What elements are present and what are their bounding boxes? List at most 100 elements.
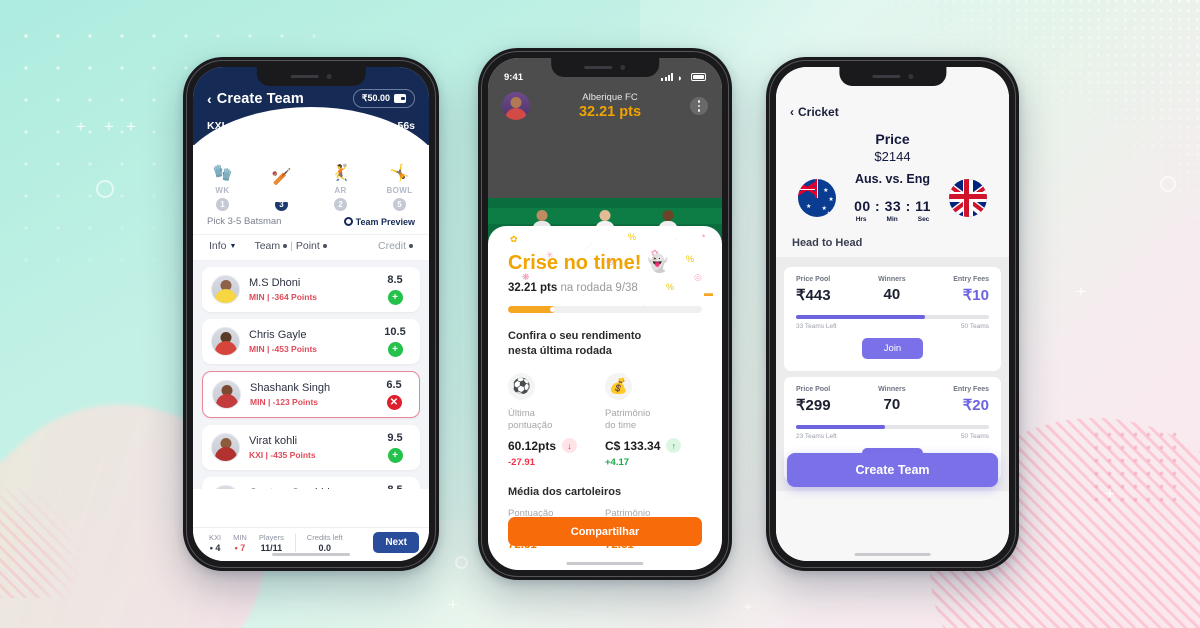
- role-tab-ar[interactable]: 🤾 AR 2: [318, 166, 364, 211]
- tab-point[interactable]: Point: [296, 240, 327, 252]
- progress-fill: [508, 306, 555, 313]
- player-row-selected[interactable]: Shashank Singh MIN | -123 Points 6.5 ✕: [202, 371, 420, 418]
- unit-hours: Hrs: [855, 216, 867, 223]
- timer-seconds: 11: [915, 198, 931, 214]
- sort-dot-icon: [409, 244, 413, 248]
- role-count: 1: [216, 198, 229, 211]
- battery-icon: [691, 73, 706, 81]
- player-row[interactable]: Gautam Gambhir KXI | -1 Points 8.5 +: [202, 477, 420, 489]
- role-tab-bat[interactable]: 🏏 BAT 3: [259, 170, 305, 211]
- share-button[interactable]: Compartilhar: [508, 517, 702, 546]
- teams-total: 50 Teams: [960, 323, 989, 330]
- add-player-button[interactable]: +: [387, 448, 403, 463]
- front-camera-icon: [907, 74, 913, 79]
- team-preview-label: Team Preview: [355, 216, 415, 227]
- player-name: M.S Dhoni: [249, 277, 301, 289]
- player-meta: MIN | -453 Points: [249, 344, 318, 354]
- wallet-badge[interactable]: ₹50.00: [352, 89, 415, 108]
- ghost-icon: 👻: [647, 253, 669, 273]
- home-indicator: [854, 552, 931, 556]
- avatar[interactable]: [502, 92, 530, 120]
- tab-team[interactable]: Team: [254, 240, 288, 252]
- timer-units: Hrs Min Sec: [836, 216, 949, 223]
- role-tab-wk[interactable]: 🧤 WK 1: [200, 166, 246, 211]
- avatar: [211, 433, 240, 462]
- match-label: Aus. vs. Eng: [854, 172, 931, 186]
- metric-label: Patrimônio do time: [605, 407, 651, 432]
- metric-last-score: ⚽ Última pontuação 60.12pts ↓ -27.91: [508, 372, 605, 468]
- metric-value: 60.12pts: [508, 438, 557, 453]
- entry-fee: Entry Fees ₹10: [953, 276, 989, 304]
- role-tab-bowl[interactable]: 🤸 BOWL 5: [377, 166, 423, 211]
- plus-decoration-icon: +: [744, 599, 752, 614]
- tab-info[interactable]: Info ▼: [209, 240, 236, 252]
- prize-pool: Price Pool ₹299: [796, 386, 831, 414]
- section-title-head-to-head: Head to Head: [792, 237, 863, 249]
- price-value: $2144: [874, 149, 911, 164]
- progress-knob: [549, 307, 555, 312]
- uk-flag-icon: [949, 178, 987, 217]
- stat-players: Players 11/11: [253, 533, 290, 553]
- sort-tabs: Info ▼ Team | Point Credit: [193, 234, 429, 261]
- prize-pool: Price Pool ₹443: [796, 276, 831, 304]
- background-pink-dots: [1090, 428, 1180, 508]
- winners: Winners 70: [878, 386, 906, 413]
- pick-hint: Pick 3-5 Batsman: [207, 216, 282, 227]
- arrow-up-icon: ↑: [666, 438, 682, 454]
- home-indicator: [272, 552, 350, 556]
- timer-minutes: 33: [884, 198, 902, 214]
- sheet-headline: Crise no time! 👻: [508, 252, 702, 275]
- timer-hours: 00: [854, 198, 871, 214]
- remove-player-button[interactable]: ✕: [386, 395, 402, 410]
- player-row[interactable]: Virat kohli KXI | -435 Points 9.5 +: [202, 425, 420, 470]
- add-player-button[interactable]: +: [387, 290, 403, 305]
- teams-progress-bar: [796, 425, 989, 429]
- player-credit: 10.5: [384, 326, 406, 338]
- tab-credit[interactable]: Credit: [378, 240, 413, 252]
- screen-create-team: ‹ Create Team ₹50.00 KXI vs MIN 01h 29m …: [193, 67, 429, 561]
- front-camera-icon: [326, 74, 332, 79]
- cricket-page: ‹ Cricket Price $2144 ★ ★ ★ ★ ★ Aus. vs.…: [776, 67, 1009, 561]
- player-row[interactable]: Chris Gayle MIN | -453 Points 10.5 +: [202, 319, 420, 364]
- stat-label: MIN: [233, 532, 247, 542]
- stat-value: 11/11: [260, 542, 283, 553]
- metric-team-value: 💰 Patrimônio do time C$ 133.34 ↑ +4.17: [605, 372, 702, 468]
- teams-progress-bar: [796, 315, 989, 319]
- timer-sep: :: [875, 198, 881, 214]
- join-button[interactable]: Join: [861, 338, 924, 359]
- player-row[interactable]: M.S Dhoni MIN | -364 Points 8.5 +: [202, 267, 420, 312]
- notch: [256, 67, 366, 86]
- player-list[interactable]: M.S Dhoni MIN | -364 Points 8.5 + Chris …: [193, 261, 429, 489]
- player-name: Shashank Singh: [250, 382, 331, 394]
- back-label: Cricket: [798, 105, 839, 119]
- page-title-label: Create Team: [216, 90, 304, 107]
- match-header: ★ ★ ★ ★ ★ Aus. vs. Eng 00 : 33 : 11 Hrs …: [776, 164, 1009, 223]
- stat-label: KXI: [209, 532, 222, 542]
- next-button[interactable]: Next: [373, 532, 419, 553]
- back-chevron-icon: ‹: [790, 105, 794, 119]
- avatar: [211, 327, 240, 356]
- back-chevron-icon[interactable]: ‹: [207, 91, 212, 107]
- create-team-button[interactable]: Create Team: [787, 453, 998, 487]
- role-label: AR: [334, 186, 347, 195]
- player-credit: 6.5: [386, 379, 402, 391]
- money-bag-icon: 💰: [605, 372, 632, 400]
- player-credit: 9.5: [387, 432, 403, 444]
- page-title[interactable]: ‹ Create Team: [207, 91, 304, 107]
- metric-label: Última pontuação: [508, 407, 553, 432]
- stat-team-a: KXI 4: [203, 533, 227, 553]
- countdown-timer: 00 : 33 : 11: [836, 198, 949, 214]
- winners: Winners 40: [878, 276, 906, 303]
- contest-card[interactable]: Price Pool ₹443 Winners 40 Entry Fees ₹1…: [784, 267, 1001, 371]
- teams-total: 50 Teams: [960, 433, 989, 440]
- team-header: Alberique FC 32.21 pts: [488, 92, 722, 120]
- subline-points: 32.21 pts: [508, 282, 558, 294]
- entry-fee-value: ₹20: [962, 397, 989, 414]
- wallet-icon: [394, 94, 406, 103]
- kebab-menu-icon[interactable]: [690, 97, 708, 115]
- timer-sep: :: [905, 198, 911, 214]
- add-player-button[interactable]: +: [387, 342, 403, 357]
- earpiece-speaker: [290, 74, 319, 79]
- tab-point-label: Point: [295, 240, 320, 252]
- team-preview-button[interactable]: Team Preview: [343, 216, 415, 227]
